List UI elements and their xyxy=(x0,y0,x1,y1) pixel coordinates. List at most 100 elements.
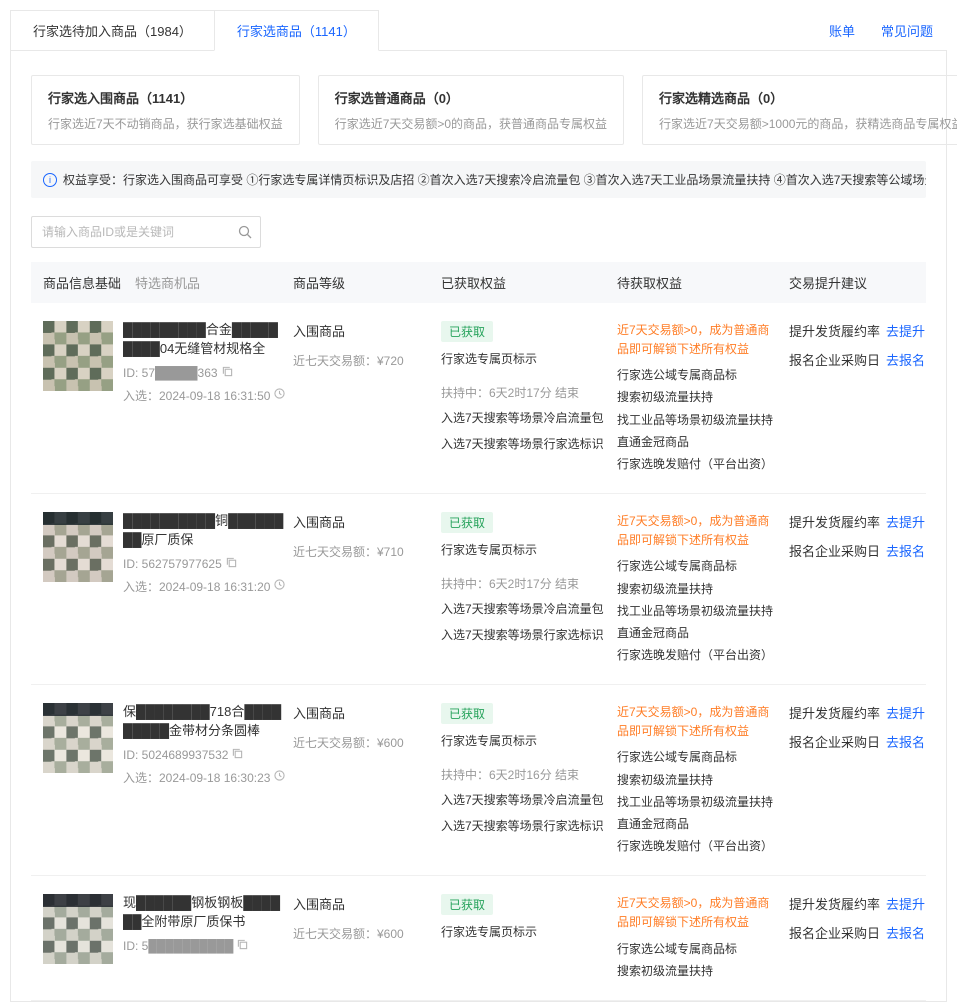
suggestion-row: 提升发货履约率去提升 xyxy=(789,321,906,340)
suggestion-row: 报名企业采购日去报名 xyxy=(789,350,906,369)
search-icon[interactable] xyxy=(238,225,252,244)
col-header-level: 商品等级 xyxy=(293,273,441,292)
product-level: 入围商品 xyxy=(293,512,433,531)
suggestion-label: 报名企业采购日 xyxy=(789,544,880,559)
tab-featured-opportunity[interactable]: 特选商机品 xyxy=(135,273,200,292)
pending-item: 行家选公域专属商品标 xyxy=(617,938,781,960)
product-title[interactable]: █████████合金█████████04无缝管材规格全 xyxy=(123,321,285,359)
table-row: 现██████钢板钢板██████全附带原厂质保书 ID: 5█████████… xyxy=(31,876,926,1001)
suggestion-row: 提升发货履约率去提升 xyxy=(789,894,906,913)
suggestion-label: 报名企业采购日 xyxy=(789,735,880,750)
pending-item-list: 行家选公域专属商品标搜索初级流量扶持找工业品等场景初级流量扶持直通金冠商品行家选… xyxy=(617,555,781,666)
tier-cards: 行家选入围商品（1141） 行家选近7天不动销商品，获行家选基础权益 行家选普通… xyxy=(31,75,926,145)
support-countdown: 扶持中：6天2时17分 结束 xyxy=(441,575,609,592)
card-title: 行家选入围商品（1141） xyxy=(48,88,283,107)
suggestion-label: 提升发货履约率 xyxy=(789,897,880,912)
card-desc: 行家选近7天交易额>1000元的商品，获精选商品专属权益 xyxy=(659,115,957,132)
benefits-banner: i 权益享受：行家选入围商品可享受 ①行家选专属详情页标识及店招 ②首次入选7天… xyxy=(31,161,926,198)
info-icon: i xyxy=(43,173,57,187)
col-header-trade-suggestions: 交易提升建议 xyxy=(789,273,914,292)
tab-products-pending-join[interactable]: 行家选待加入商品（1984） xyxy=(10,10,215,51)
suggestion-action-link[interactable]: 去提升 xyxy=(886,897,925,912)
suggestion-action-link[interactable]: 去提升 xyxy=(886,706,925,721)
copy-icon[interactable] xyxy=(226,557,237,571)
pending-item: 直通金冠商品 xyxy=(617,622,781,644)
suggestion-label: 提升发货履约率 xyxy=(789,515,880,530)
seven-day-gmv: 近七天交易额：¥600 xyxy=(293,925,433,942)
table-row: █████████合金█████████04无缝管材规格全 ID: 57████… xyxy=(31,303,926,494)
pending-item: 直通金冠商品 xyxy=(617,813,781,835)
suggestion-label: 报名企业采购日 xyxy=(789,926,880,941)
table-body: █████████合金█████████04无缝管材规格全 ID: 57████… xyxy=(31,303,926,1001)
suggestion-row: 提升发货履约率去提升 xyxy=(789,512,906,531)
pending-item-list: 行家选公域专属商品标搜索初级流量扶持找工业品等场景初级流量扶持直通金冠商品行家选… xyxy=(617,364,781,475)
banner-text: 权益享受：行家选入围商品可享受 ①行家选专属详情页标识及店招 ②首次入选7天搜索… xyxy=(63,171,926,188)
pending-unlock-notice: 近7天交易额>0，成为普通商品即可解锁下述所有权益 xyxy=(617,321,781,358)
gained-badge: 已获取 xyxy=(441,894,493,915)
product-title[interactable]: ██████████铜████████原厂质保 xyxy=(123,512,285,550)
gained-item: 入选7天搜索等场景行家选标识 xyxy=(441,817,609,835)
product-title[interactable]: 现██████钢板钢板██████全附带原厂质保书 xyxy=(123,894,285,932)
pending-item: 找工业品等场景初级流量扶持 xyxy=(617,791,781,813)
product-level: 入围商品 xyxy=(293,321,433,340)
card-shortlisted-products: 行家选入围商品（1141） 行家选近7天不动销商品，获行家选基础权益 xyxy=(31,75,300,145)
pending-item: 行家选公域专属商品标 xyxy=(617,746,781,768)
suggestion-action-link[interactable]: 去报名 xyxy=(886,353,925,368)
selected-time: 入选：2024-09-18 16:30:23 xyxy=(123,769,270,786)
suggestion-row: 报名企业采购日去报名 xyxy=(789,732,906,751)
copy-icon[interactable] xyxy=(237,939,248,953)
card-title: 行家选精选商品（0） xyxy=(659,88,957,107)
suggestion-list: 提升发货履约率去提升报名企业采购日去报名 xyxy=(789,894,914,982)
gained-item: 行家选专属页标示 xyxy=(441,923,609,941)
seven-day-gmv: 近七天交易额：¥720 xyxy=(293,352,433,369)
suggestion-action-link[interactable]: 去报名 xyxy=(886,926,925,941)
suggestion-row: 报名企业采购日去报名 xyxy=(789,923,906,942)
suggestion-action-link[interactable]: 去提升 xyxy=(886,324,925,339)
gained-item: 入选7天搜索等场景冷启流量包 xyxy=(441,791,609,809)
copy-icon[interactable] xyxy=(222,366,233,380)
search-row xyxy=(31,216,926,248)
suggestion-action-link[interactable]: 去报名 xyxy=(886,735,925,750)
tab-selected-products[interactable]: 行家选商品（1141） xyxy=(214,10,379,51)
copy-icon[interactable] xyxy=(232,748,243,762)
tab-bar: 行家选待加入商品（1984） 行家选商品（1141） 账单 常见问题 xyxy=(10,10,947,51)
pending-item-list: 行家选公域专属商品标搜索初级流量扶持 xyxy=(617,938,781,982)
faq-link[interactable]: 常见问题 xyxy=(881,21,933,40)
search-input-wrapper xyxy=(31,216,261,248)
clock-icon xyxy=(274,579,285,593)
pending-item: 直通金冠商品 xyxy=(617,431,781,453)
search-input[interactable] xyxy=(31,216,261,248)
product-title[interactable]: 保████████718合█████████金带材分条圆棒 xyxy=(123,703,285,741)
tab-product-info-basic[interactable]: 商品信息基础 xyxy=(43,273,121,292)
bill-link[interactable]: 账单 xyxy=(829,21,855,40)
gained-item-list: 入选7天搜索等场景冷启流量包入选7天搜索等场景行家选标识 xyxy=(441,791,609,835)
product-id: ID: 57█████363 xyxy=(123,366,218,380)
gained-item: 入选7天搜索等场景冷启流量包 xyxy=(441,600,609,618)
table-header: 商品信息基础 特选商机品 商品等级 已获取权益 待获取权益 交易提升建议 xyxy=(31,262,926,303)
suggestion-row: 报名企业采购日去报名 xyxy=(789,541,906,560)
pending-item: 搜索初级流量扶持 xyxy=(617,769,781,791)
clock-icon xyxy=(274,388,285,402)
suggestion-label: 提升发货履约率 xyxy=(789,324,880,339)
pending-item: 行家选晚发赔付（平台出资） xyxy=(617,453,781,475)
gained-badge: 已获取 xyxy=(441,703,493,724)
pending-item: 行家选晚发赔付（平台出资） xyxy=(617,644,781,666)
selected-time: 入选：2024-09-18 16:31:50 xyxy=(123,387,270,404)
gained-item: 入选7天搜索等场景行家选标识 xyxy=(441,435,609,453)
suggestion-action-link[interactable]: 去报名 xyxy=(886,544,925,559)
pending-item: 搜索初级流量扶持 xyxy=(617,386,781,408)
gained-item: 入选7天搜索等场景冷启流量包 xyxy=(441,409,609,427)
suggestion-list: 提升发货履约率去提升报名企业采购日去报名 xyxy=(789,512,914,666)
suggestion-label: 报名企业采购日 xyxy=(789,353,880,368)
gained-item: 行家选专属页标示 xyxy=(441,350,609,368)
card-title: 行家选普通商品（0） xyxy=(335,88,607,107)
page: 行家选待加入商品（1984） 行家选商品（1141） 账单 常见问题 行家选入围… xyxy=(0,0,957,1002)
pending-item-list: 行家选公域专属商品标搜索初级流量扶持找工业品等场景初级流量扶持直通金冠商品行家选… xyxy=(617,746,781,857)
suggestion-action-link[interactable]: 去提升 xyxy=(886,515,925,530)
product-image[interactable] xyxy=(43,321,113,391)
product-image[interactable] xyxy=(43,894,113,964)
pending-unlock-notice: 近7天交易额>0，成为普通商品即可解锁下述所有权益 xyxy=(617,703,781,740)
pending-item: 搜索初级流量扶持 xyxy=(617,578,781,600)
product-image[interactable] xyxy=(43,512,113,582)
product-image[interactable] xyxy=(43,703,113,773)
